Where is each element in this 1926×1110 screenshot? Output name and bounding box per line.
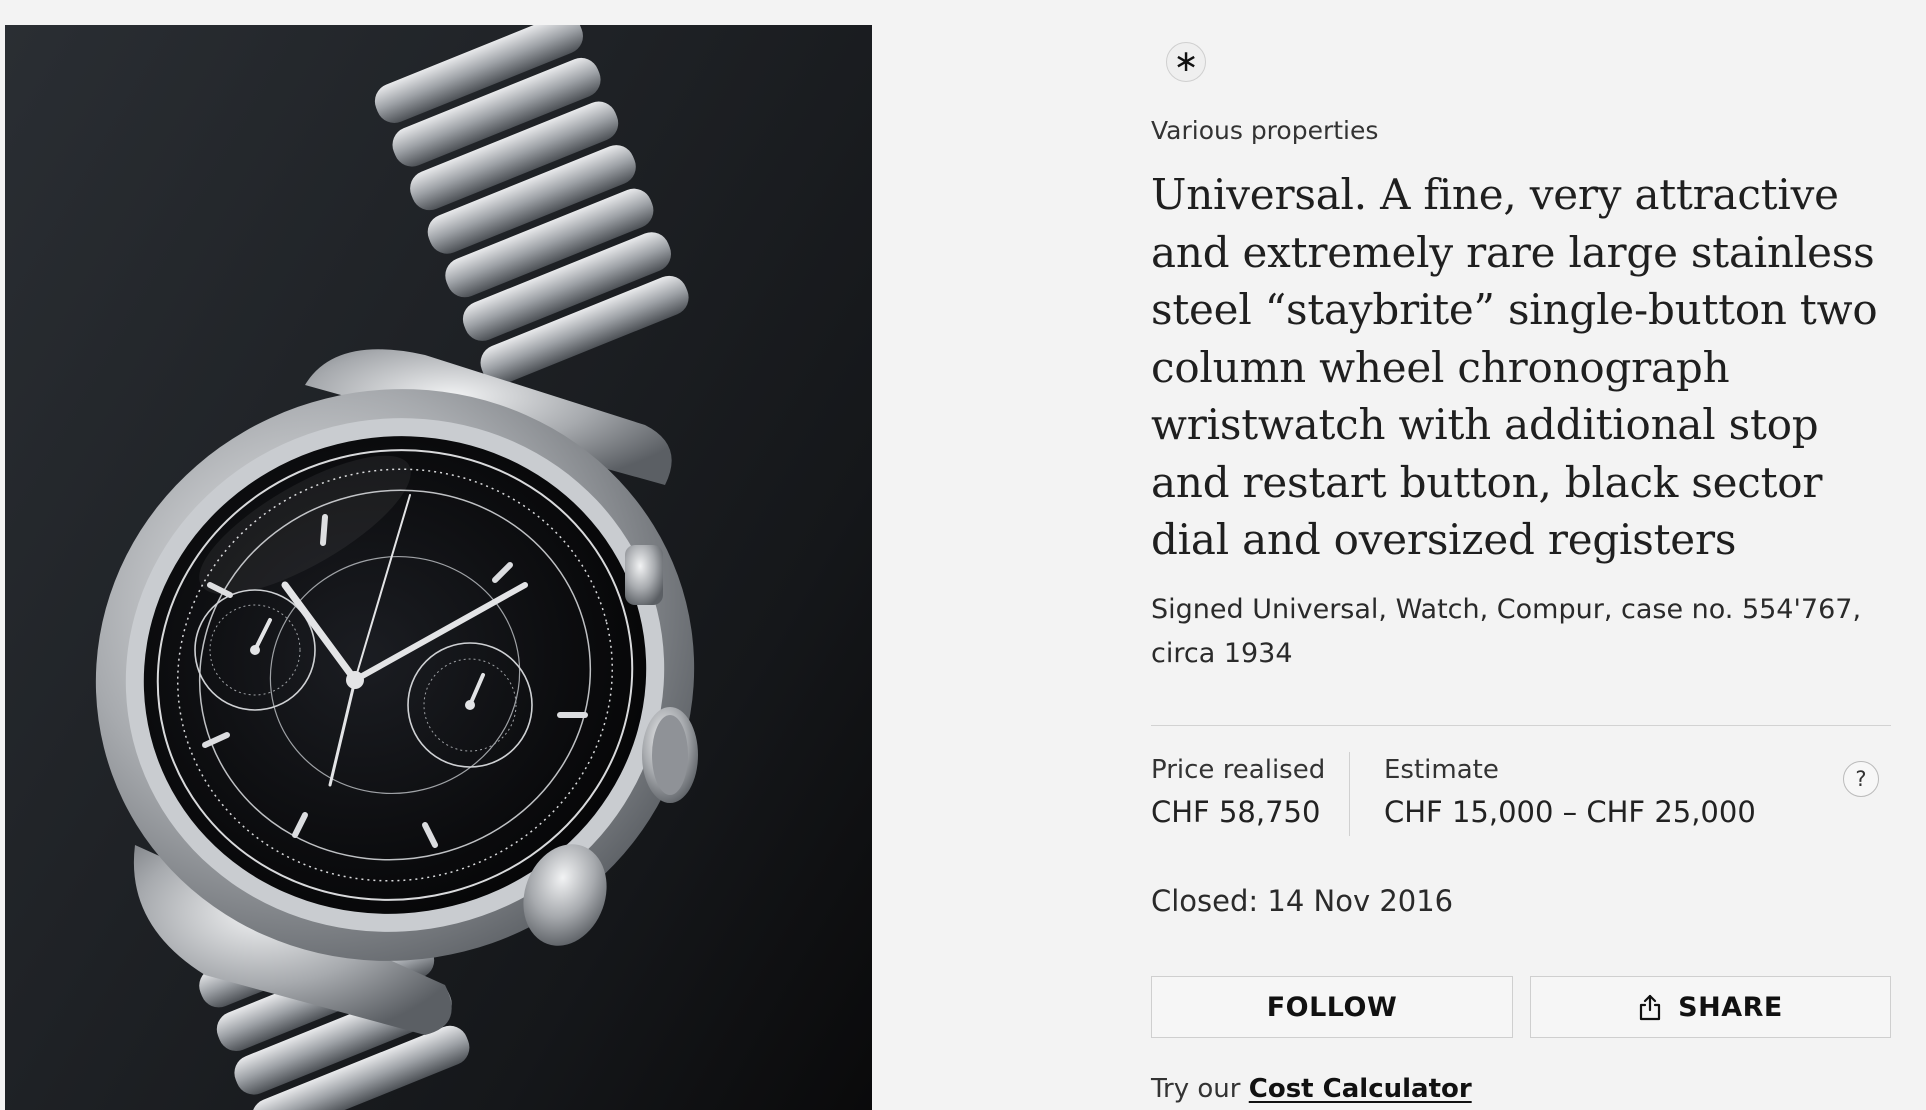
closed-date: Closed: 14 Nov 2016 [1151, 884, 1454, 918]
department-label: Various properties [1151, 116, 1379, 145]
upper-bracelet [374, 25, 689, 385]
estimate-label: Estimate [1384, 755, 1499, 785]
price-separator [1349, 752, 1350, 836]
follow-label: FOLLOW [1266, 991, 1398, 1023]
watch-photo [5, 25, 872, 1110]
price-realised-value: CHF 58,750 [1151, 795, 1321, 829]
cost-calculator-line: Try our Cost Calculator [1151, 1074, 1472, 1104]
cost-prefix: Try our [1151, 1074, 1241, 1104]
share-button[interactable]: SHARE [1530, 976, 1891, 1038]
help-icon[interactable]: ? [1843, 761, 1879, 797]
price-realised-label: Price realised [1151, 755, 1326, 785]
share-label: SHARE [1678, 991, 1783, 1023]
share-icon [1638, 993, 1662, 1021]
estimate-value: CHF 15,000 – CHF 25,000 [1384, 795, 1756, 829]
lot-title: Universal. A fine, very attractive and e… [1151, 170, 1878, 564]
lot-subtitle: Signed Universal, Watch, Compur, case no… [1151, 594, 1862, 669]
asterisk-icon: ∗ [1166, 42, 1206, 82]
estimate: Estimate CHF 15,000 – CHF 25,000 [1384, 752, 1756, 834]
lot-details-panel: ∗ Various properties Universal. A fine, … [1151, 0, 1891, 1110]
cost-calculator-link[interactable]: Cost Calculator [1249, 1074, 1472, 1104]
price-realised: Price realised CHF 58,750 [1151, 752, 1325, 834]
follow-button[interactable]: FOLLOW [1151, 976, 1513, 1038]
section-divider [1151, 725, 1891, 726]
